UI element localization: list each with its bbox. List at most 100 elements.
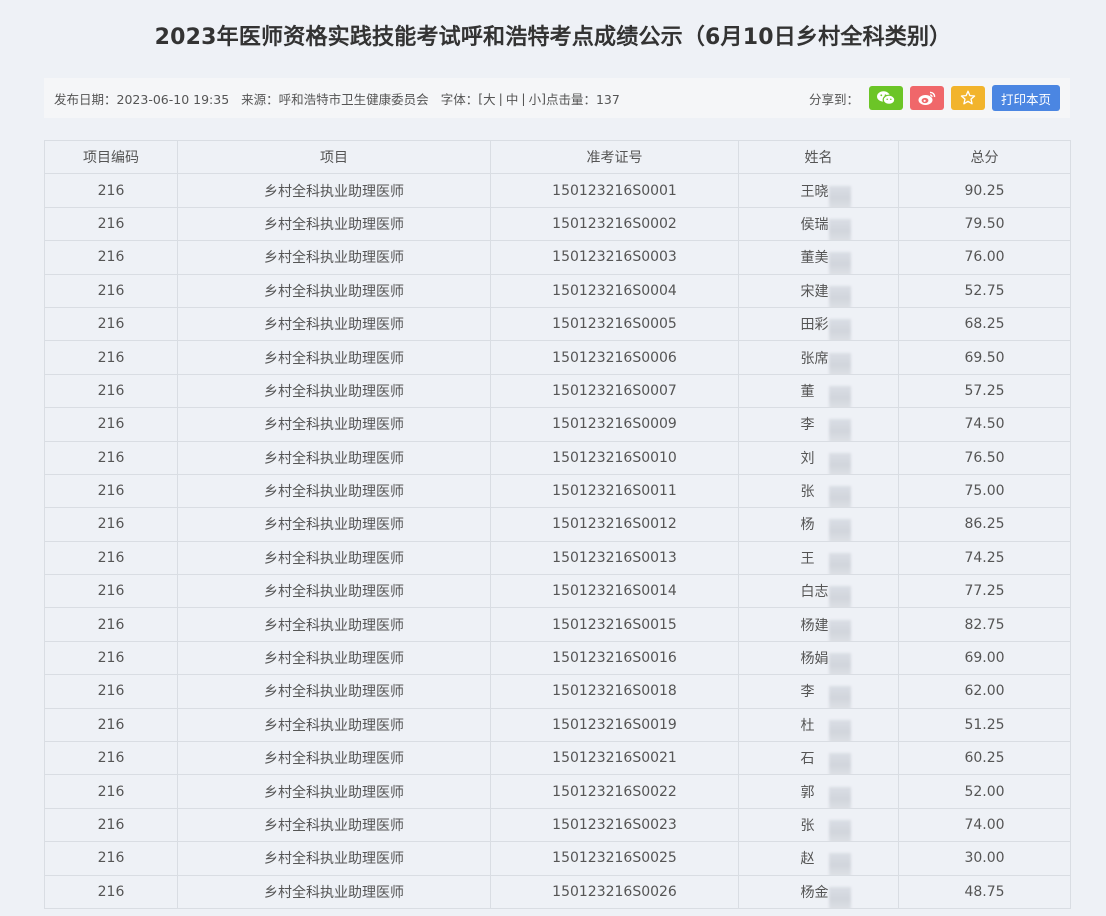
name-redaction — [828, 686, 851, 708]
name-text: 张 — [800, 818, 815, 834]
table-row: 216 乡村全科执业助理医师 150123216S0026 杨金 48.75 — [44, 874, 1071, 909]
name-wrap: 杨娟 — [800, 648, 851, 674]
click-count-label: 点击量： — [545, 91, 596, 107]
cell-project-code: 216 — [44, 273, 178, 308]
font-size-medium-link[interactable]: 中 — [506, 89, 519, 108]
cell-project-code: 216 — [44, 340, 178, 375]
name-wrap: 王 — [801, 548, 851, 574]
cell-project: 乡村全科执业助理医师 — [177, 607, 491, 642]
cell-project: 乡村全科执业助理医师 — [177, 507, 491, 542]
name-text: 侯瑞 — [800, 216, 829, 233]
table-row: 216 乡村全科执业助理医师 150123216S0021 石 60.25 — [44, 741, 1071, 776]
table-row: 216 乡村全科执业助理医师 150123216S0007 董 57.25 — [44, 373, 1071, 409]
name-text: 杨娟 — [800, 651, 829, 668]
table-row: 216 乡村全科执业助理医师 150123216S0002 侯瑞 79.50 — [44, 206, 1071, 242]
name-wrap: 白志 — [801, 581, 851, 607]
cell-name: 董 — [738, 373, 899, 409]
cell-name: 杨 — [738, 507, 899, 542]
cell-admission-number: 150123216S0004 — [490, 273, 739, 308]
name-redaction — [828, 352, 851, 374]
name-wrap: 董 — [801, 381, 851, 407]
name-text: 郭 — [800, 784, 815, 801]
name-text: 杨金 — [800, 884, 829, 901]
cell-total-score: 30.00 — [898, 841, 1071, 876]
cell-name: 侯瑞 — [738, 206, 899, 242]
cell-project: 乡村全科执业助理医师 — [177, 807, 491, 843]
cell-total-score: 60.25 — [898, 741, 1071, 776]
cell-project-code: 216 — [44, 807, 178, 843]
name-redaction — [828, 586, 851, 607]
table-row: 216 乡村全科执业助理医师 150123216S0006 张席 69.50 — [44, 340, 1071, 375]
name-wrap: 张席 — [801, 348, 851, 374]
wechat-icon — [876, 91, 896, 106]
table-row: 216 乡村全科执业助理医师 150123216S0012 杨 86.25 — [44, 507, 1071, 542]
name-wrap: 田彩 — [801, 314, 851, 340]
cell-name: 李 — [738, 674, 899, 709]
publish-date-label: 发布日期： — [54, 91, 117, 107]
name-wrap: 王晓 — [801, 181, 851, 207]
cell-admission-number: 150123216S0002 — [490, 206, 739, 242]
share-bar: 分享到： 打印本页 — [809, 85, 1060, 111]
click-count-value: 137 — [595, 91, 620, 107]
name-redaction — [828, 820, 851, 841]
name-redaction — [828, 619, 851, 641]
cell-project-code: 216 — [44, 707, 178, 743]
name-text: 董美 — [800, 250, 829, 267]
cell-project: 乡村全科执业助理医师 — [177, 206, 491, 242]
cell-total-score: 74.25 — [898, 540, 1071, 576]
cell-project: 乡村全科执业助理医师 — [177, 407, 491, 442]
cell-admission-number: 150123216S0012 — [490, 507, 739, 542]
name-redaction — [828, 853, 851, 875]
name-text: 石 — [800, 751, 815, 768]
share-wechat-button[interactable] — [868, 86, 903, 110]
name-redaction — [828, 786, 851, 808]
name-text: 宋建 — [800, 283, 829, 300]
name-wrap: 李 — [801, 681, 851, 708]
cell-project: 乡村全科执业助理医师 — [177, 240, 491, 275]
cell-name: 董美 — [738, 240, 899, 275]
cell-project-code: 216 — [44, 206, 178, 242]
cell-project: 乡村全科执业助理医师 — [177, 340, 491, 375]
name-redaction — [828, 486, 851, 507]
name-redaction — [828, 419, 851, 441]
name-wrap: 杨建 — [801, 615, 851, 641]
name-wrap: 杨 — [800, 514, 851, 541]
cell-admission-number: 150123216S0010 — [490, 440, 739, 475]
cell-name: 郭 — [738, 774, 899, 809]
publish-date-value: 2023-06-10 19:35 — [116, 91, 230, 107]
font-size-small-link[interactable]: 小 — [529, 89, 542, 108]
name-text: 刘 — [800, 450, 815, 467]
cell-admission-number: 150123216S0009 — [490, 407, 739, 442]
name-redaction — [828, 719, 851, 741]
share-weibo-button[interactable] — [909, 86, 944, 110]
table-row: 216 乡村全科执业助理医师 150123216S0019 杜 51.25 — [44, 707, 1071, 743]
cell-total-score: 74.50 — [898, 407, 1071, 442]
name-text: 李 — [800, 417, 815, 434]
cell-project-code: 216 — [44, 574, 178, 609]
cell-total-score: 48.75 — [898, 874, 1071, 909]
name-text: 杨 — [800, 517, 815, 534]
cell-admission-number: 150123216S0025 — [490, 841, 739, 876]
table-row: 216 乡村全科执业助理医师 150123216S0004 宋建 52.75 — [44, 273, 1071, 308]
cell-project: 乡村全科执业助理医师 — [177, 707, 491, 743]
article-meta-bar: 发布日期：2023-06-10 19:35 来源：呼和浩特市卫生健康委员会 字体… — [44, 78, 1070, 118]
name-wrap: 石 — [800, 748, 851, 774]
header-name: 姓名 — [738, 139, 899, 175]
table-row: 216 乡村全科执业助理医师 150123216S0018 李 62.00 — [44, 674, 1071, 709]
name-wrap: 郭 — [800, 782, 851, 808]
cell-project-code: 216 — [44, 607, 178, 642]
cell-total-score: 82.75 — [898, 607, 1071, 642]
table-row: 216 乡村全科执业助理医师 150123216S0005 田彩 68.25 — [44, 306, 1071, 342]
name-redaction — [828, 452, 851, 474]
font-size-large-link[interactable]: 大 — [483, 89, 496, 108]
cell-project-code: 216 — [44, 473, 178, 509]
print-page-button[interactable]: 打印本页 — [991, 85, 1060, 111]
cell-project-code: 216 — [44, 507, 178, 542]
favorite-button[interactable] — [950, 86, 985, 110]
star-icon — [960, 90, 976, 105]
cell-name: 宋建 — [738, 273, 899, 308]
cell-name: 杨建 — [738, 607, 899, 642]
cell-project: 乡村全科执业助理医师 — [177, 373, 491, 409]
cell-total-score: 90.25 — [898, 173, 1071, 208]
cell-name: 石 — [738, 741, 899, 776]
